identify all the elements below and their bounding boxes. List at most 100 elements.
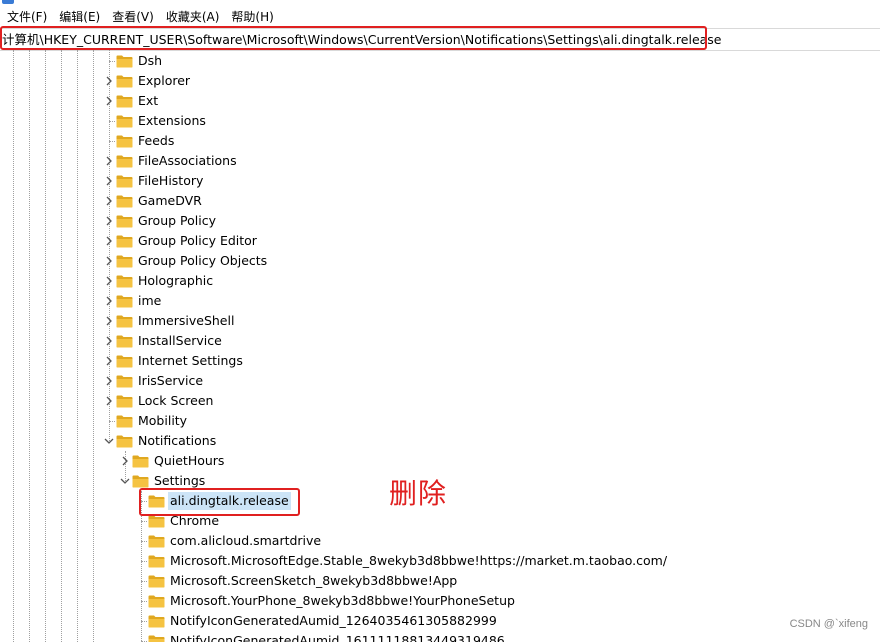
tree-item-label[interactable]: Group Policy Objects xyxy=(136,252,269,270)
chevron-down-icon[interactable] xyxy=(120,476,130,486)
tree-item[interactable]: NotifyIconGeneratedAumid_126403546130588… xyxy=(0,611,882,631)
tree-item[interactable]: GameDVR xyxy=(0,191,882,211)
menu-edit[interactable]: 编辑(E) xyxy=(53,6,106,28)
tree-item-label[interactable]: Internet Settings xyxy=(136,352,245,370)
tree-item[interactable]: Microsoft.MicrosoftEdge.Stable_8wekyb3d8… xyxy=(0,551,882,571)
address-highlight-box xyxy=(0,26,707,50)
chevron-right-icon[interactable] xyxy=(104,196,114,206)
folder-icon xyxy=(116,294,133,308)
tree-connector xyxy=(109,141,115,142)
tree-item[interactable]: NotifyIconGeneratedAumid_161111188134493… xyxy=(0,631,882,642)
tree-item[interactable]: FileAssociations xyxy=(0,151,882,171)
tree-item[interactable]: ImmersiveShell xyxy=(0,311,882,331)
tree-item[interactable]: Mobility xyxy=(0,411,882,431)
tree-item-label[interactable]: NotifyIconGeneratedAumid_126403546130588… xyxy=(168,612,499,630)
chevron-right-icon[interactable] xyxy=(104,76,114,86)
tree-item[interactable]: Dsh xyxy=(0,51,882,71)
folder-icon xyxy=(116,194,133,208)
menu-favorites[interactable]: 收藏夹(A) xyxy=(160,6,226,28)
tree-item[interactable]: com.alicloud.smartdrive xyxy=(0,531,882,551)
tree-item-label[interactable]: NotifyIconGeneratedAumid_161111188134493… xyxy=(168,632,507,642)
folder-icon xyxy=(132,454,149,468)
chevron-right-icon[interactable] xyxy=(104,396,114,406)
menu-help[interactable]: 帮助(H) xyxy=(225,6,279,28)
tree-item-label[interactable]: ime xyxy=(136,292,163,310)
tree-item-label[interactable]: Notifications xyxy=(136,432,218,450)
tree-item[interactable]: FileHistory xyxy=(0,171,882,191)
tree-item[interactable]: Internet Settings xyxy=(0,351,882,371)
tree-item[interactable]: Holographic xyxy=(0,271,882,291)
tree-item[interactable]: Extensions xyxy=(0,111,882,131)
tree-item[interactable]: IrisService xyxy=(0,371,882,391)
tree-item[interactable]: Chrome xyxy=(0,511,882,531)
tree-item-label[interactable]: Mobility xyxy=(136,412,189,430)
tree-item-label[interactable]: FileHistory xyxy=(136,172,205,190)
folder-icon xyxy=(132,474,149,488)
chevron-right-icon[interactable] xyxy=(120,456,130,466)
tree-item[interactable]: Group Policy Objects xyxy=(0,251,882,271)
tree-item-label[interactable]: Extensions xyxy=(136,112,208,130)
chevron-right-icon[interactable] xyxy=(104,236,114,246)
chevron-right-icon[interactable] xyxy=(104,156,114,166)
folder-icon xyxy=(116,414,133,428)
chevron-right-icon[interactable] xyxy=(104,96,114,106)
tree-item-label[interactable]: Ext xyxy=(136,92,160,110)
folder-icon xyxy=(148,614,165,628)
tree-item-label[interactable]: Feeds xyxy=(136,132,176,150)
chevron-right-icon[interactable] xyxy=(104,276,114,286)
tree-item[interactable]: InstallService xyxy=(0,331,882,351)
tree-item-label[interactable]: GameDVR xyxy=(136,192,204,210)
tree-item-label[interactable]: QuietHours xyxy=(152,452,226,470)
folder-icon xyxy=(148,554,165,568)
tree-item[interactable]: Microsoft.ScreenSketch_8wekyb3d8bbwe!App xyxy=(0,571,882,591)
chevron-right-icon[interactable] xyxy=(104,376,114,386)
tree-item[interactable]: Lock Screen xyxy=(0,391,882,411)
folder-icon xyxy=(116,94,133,108)
tree-item-label[interactable]: FileAssociations xyxy=(136,152,239,170)
chevron-right-icon[interactable] xyxy=(104,256,114,266)
chevron-right-icon[interactable] xyxy=(104,216,114,226)
tree-item-label[interactable]: Group Policy xyxy=(136,212,218,230)
folder-icon xyxy=(116,374,133,388)
tree-item-label[interactable]: Group Policy Editor xyxy=(136,232,259,250)
tree-item-label[interactable]: Microsoft.ScreenSketch_8wekyb3d8bbwe!App xyxy=(168,572,459,590)
chevron-down-icon[interactable] xyxy=(104,436,114,446)
folder-icon xyxy=(116,214,133,228)
tree-item[interactable]: QuietHours xyxy=(0,451,882,471)
tree-item-label[interactable]: Dsh xyxy=(136,52,164,70)
chevron-right-icon[interactable] xyxy=(104,316,114,326)
tree-item-label[interactable]: Lock Screen xyxy=(136,392,215,410)
tree-item-label[interactable]: IrisService xyxy=(136,372,205,390)
tree-item-label[interactable]: InstallService xyxy=(136,332,224,350)
folder-icon xyxy=(148,634,165,642)
tree-item-label[interactable]: Microsoft.YourPhone_8wekyb3d8bbwe!YourPh… xyxy=(168,592,517,610)
tree-item-label[interactable]: Explorer xyxy=(136,72,192,90)
tree-item[interactable]: Microsoft.YourPhone_8wekyb3d8bbwe!YourPh… xyxy=(0,591,882,611)
tree-item-label[interactable]: Holographic xyxy=(136,272,215,290)
menu-file[interactable]: 文件(F) xyxy=(0,6,53,28)
tree-connector xyxy=(109,61,115,62)
tree-item[interactable]: Group Policy Editor xyxy=(0,231,882,251)
tree-item[interactable]: Feeds xyxy=(0,131,882,151)
tree-item[interactable]: Ext xyxy=(0,91,882,111)
chevron-right-icon[interactable] xyxy=(104,356,114,366)
folder-icon xyxy=(116,234,133,248)
delete-annotation: 删除 xyxy=(389,477,448,510)
menu-view[interactable]: 查看(V) xyxy=(106,6,160,28)
chevron-right-icon[interactable] xyxy=(104,296,114,306)
tree-item-label[interactable]: ImmersiveShell xyxy=(136,312,236,330)
folder-icon xyxy=(116,134,133,148)
tree-item-label[interactable]: Microsoft.MicrosoftEdge.Stable_8wekyb3d8… xyxy=(168,552,669,570)
chevron-right-icon[interactable] xyxy=(104,176,114,186)
tree-item[interactable]: Notifications xyxy=(0,431,882,451)
tree-connector xyxy=(141,561,147,562)
tree-connector xyxy=(141,601,147,602)
tree-item[interactable]: ime xyxy=(0,291,882,311)
folder-icon xyxy=(148,574,165,588)
tree-item[interactable]: Explorer xyxy=(0,71,882,91)
chevron-right-icon[interactable] xyxy=(104,336,114,346)
tree-connector xyxy=(141,621,147,622)
tree-item[interactable]: Group Policy xyxy=(0,211,882,231)
folder-icon xyxy=(116,314,133,328)
tree-item-label[interactable]: com.alicloud.smartdrive xyxy=(168,532,323,550)
